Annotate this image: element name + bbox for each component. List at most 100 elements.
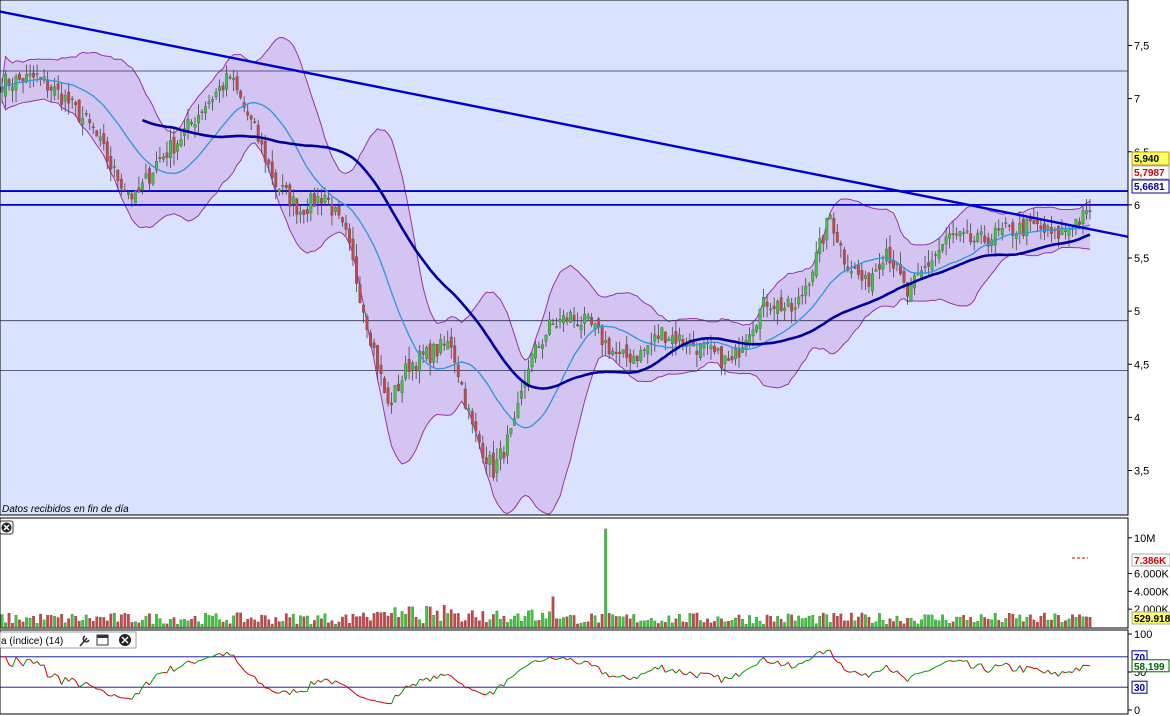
volume-bar[interactable] [404, 614, 407, 628]
volume-bar[interactable] [109, 613, 113, 628]
volume-bar[interactable] [969, 617, 973, 628]
volume-bar[interactable] [828, 622, 832, 628]
candle-body[interactable] [562, 315, 565, 324]
candle-body[interactable] [604, 340, 608, 344]
volume-bar[interactable] [186, 620, 190, 628]
volume-bar[interactable] [221, 621, 225, 628]
volume-bar[interactable] [544, 618, 548, 628]
volume-bar[interactable] [842, 620, 846, 628]
volume-bar[interactable] [284, 613, 288, 628]
volume-bar[interactable] [621, 616, 625, 628]
candle-body[interactable] [948, 233, 952, 239]
volume-bar[interactable] [42, 619, 46, 628]
volume-bar[interactable] [677, 614, 681, 628]
candle-body[interactable] [249, 115, 253, 120]
volume-bar[interactable] [899, 621, 902, 628]
volume-bar[interactable] [1071, 614, 1074, 628]
volume-bar[interactable] [70, 614, 74, 628]
volume-bar[interactable] [1064, 620, 1067, 628]
volume-bar[interactable] [379, 612, 383, 628]
volume-bar[interactable] [260, 614, 264, 628]
volume-bar[interactable] [253, 619, 257, 628]
candle-body[interactable] [779, 297, 783, 311]
candle-body[interactable] [362, 304, 365, 313]
candle-body[interactable] [18, 73, 21, 80]
volume-bar[interactable] [470, 610, 474, 628]
volume-bar[interactable] [846, 620, 850, 628]
close-rsi-button[interactable] [119, 634, 131, 646]
candle-body[interactable] [551, 323, 555, 325]
candle-body[interactable] [814, 251, 818, 277]
volume-bar[interactable] [590, 613, 594, 628]
volume-bar[interactable] [625, 614, 629, 628]
candle-body[interactable] [807, 283, 811, 286]
candle-body[interactable] [109, 156, 113, 170]
volume-bar[interactable] [632, 614, 636, 628]
volume-bar[interactable] [239, 612, 243, 628]
candle-body[interactable] [467, 408, 471, 412]
volume-bar[interactable] [25, 617, 28, 628]
volume-bar[interactable] [432, 615, 436, 628]
volume-bar[interactable] [211, 615, 214, 628]
volume-bar[interactable] [1025, 617, 1029, 628]
volume-bar[interactable] [825, 614, 829, 628]
volume-bar[interactable] [397, 617, 400, 628]
volume-bar[interactable] [586, 621, 590, 628]
candle-body[interactable] [877, 264, 881, 270]
volume-bar[interactable] [990, 619, 994, 628]
candle-body[interactable] [821, 235, 825, 244]
candle-body[interactable] [1035, 219, 1039, 225]
candle-body[interactable] [597, 318, 601, 328]
volume-bar[interactable] [804, 617, 808, 628]
volume-bar[interactable] [1046, 619, 1050, 628]
candle-body[interactable] [112, 166, 116, 168]
volume-bar[interactable] [428, 606, 432, 628]
candle-body[interactable] [607, 337, 611, 355]
candle-body[interactable] [81, 118, 85, 125]
volume-bar[interactable] [158, 618, 162, 628]
volume-bar[interactable] [491, 614, 495, 628]
candle-body[interactable] [11, 86, 14, 91]
volume-bar[interactable] [39, 613, 42, 628]
candle-body[interactable] [218, 86, 222, 91]
volume-bar[interactable] [948, 623, 951, 628]
candle-body[interactable] [590, 317, 594, 325]
volume-bar[interactable] [667, 615, 671, 628]
volume-bar[interactable] [291, 613, 295, 628]
volume-bar[interactable] [618, 616, 622, 628]
candle-body[interactable] [123, 189, 127, 191]
candle-body[interactable] [56, 83, 60, 90]
volume-bar[interactable] [172, 617, 176, 628]
candle-body[interactable] [477, 434, 481, 443]
candle-body[interactable] [1067, 227, 1071, 236]
volume-bar[interactable] [126, 614, 130, 628]
candle-body[interactable] [797, 296, 801, 305]
candle-body[interactable] [923, 266, 927, 268]
volume-bar[interactable] [962, 615, 966, 628]
candle-body[interactable] [509, 427, 513, 434]
volume-bar[interactable] [516, 613, 520, 628]
volume-bar[interactable] [348, 623, 351, 628]
candle-body[interactable] [281, 185, 285, 187]
candle-body[interactable] [790, 303, 794, 312]
volume-bar[interactable] [1004, 618, 1008, 628]
volume-bar[interactable] [713, 621, 716, 628]
candle-body[interactable] [456, 364, 460, 378]
volume-bar[interactable] [67, 618, 71, 628]
candle-body[interactable] [470, 411, 474, 425]
candle-body[interactable] [119, 178, 123, 189]
candle-body[interactable] [755, 325, 759, 332]
candle-body[interactable] [67, 91, 71, 104]
volume-bar[interactable] [449, 609, 453, 628]
volume-bar[interactable] [646, 620, 650, 628]
volume-bar[interactable] [277, 621, 281, 628]
volume-bar[interactable] [607, 613, 611, 628]
candle-body[interactable] [302, 209, 306, 215]
volume-bar[interactable] [765, 614, 769, 628]
volume-bar[interactable] [979, 614, 983, 628]
candle-body[interactable] [941, 244, 945, 251]
volume-bar[interactable] [148, 613, 151, 628]
volume-bar[interactable] [1050, 619, 1053, 628]
volume-bar[interactable] [376, 611, 379, 628]
volume-bar[interactable] [435, 610, 439, 628]
